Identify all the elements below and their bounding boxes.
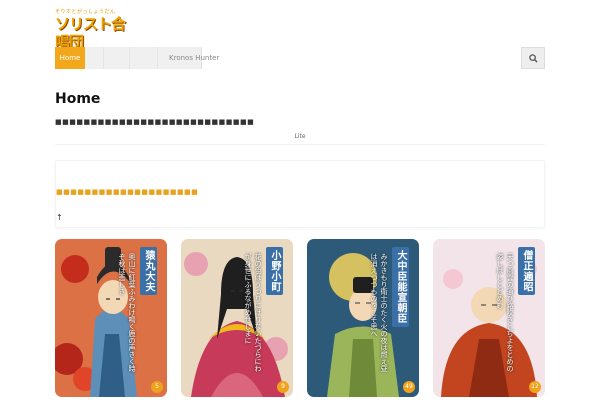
nav-divider [157,47,158,69]
notice-box: ■■■■■■■■■■■■■■■■■■■■ ↑ [55,160,545,228]
card-number-badge: 12 [529,381,541,393]
search-button[interactable] [521,47,545,69]
notice-link[interactable]: ■■■■■■■■■■■■■■■■■■■■ [56,188,198,196]
nav-divider [103,47,104,69]
site-logo[interactable]: そりすとがっしょうだん ソリスト合唱団 [55,9,130,51]
card-poem: 花の色はうつりにけりないたづらにわが身世にふるながめせしまに [244,253,262,372]
card-name: 小野小町 [266,247,283,295]
card-poem: みかきもり衛士のたく火の夜は燃え昼は消えつつものをこそ思へ [370,253,388,372]
card-name: 大中臣能宣朝臣 [392,247,409,327]
card-number-badge: 9 [277,381,289,393]
karuta-card[interactable]: 猿丸大夫 奥山に紅葉ふみわけ鳴く鹿の声きく時ぞ秋は悲しき 5 [55,239,167,397]
lite-label[interactable]: Lite [55,133,545,140]
card-poem: 奥山に紅葉ふみわけ鳴く鹿の声きく時ぞ秋は悲しき [118,253,136,372]
lite-bar: Lite [55,128,545,145]
card-number-badge: 5 [151,381,163,393]
page-title: Home [55,91,101,107]
karuta-card[interactable]: 大中臣能宣朝臣 みかきもり衛士のたく火の夜は燃え昼は消えつつものをこそ思へ 49 [307,239,419,397]
karuta-card[interactable]: 僧正遍昭 天つ風雲の通ひ路吹きとぢよをとめの姿しばしとどめむ 12 [433,239,545,397]
page-description: ■■■■■■■■■■■■■■■■■■■■■■■■■■■■ [55,118,255,126]
karuta-card[interactable]: 小野小町 花の色はうつりにけりないたづらにわが身世にふるながめせしまに 9 [181,239,293,397]
card-grid: 猿丸大夫 奥山に紅葉ふみわけ鳴く鹿の声きく時ぞ秋は悲しき 5 小野小町 花の色は… [55,239,545,400]
card-name: 猿丸大夫 [140,247,157,295]
logo-text: ソリスト合唱団 [55,15,126,51]
nav-divider [129,47,130,69]
card-name: 僧正遍昭 [518,247,535,295]
search-icon [529,54,538,63]
card-number-badge: 49 [403,381,415,393]
nav-item-kronos-hunter[interactable]: Kronos Hunter [169,47,219,69]
up-arrow-icon: ↑ [56,213,63,222]
card-poem: 天つ風雲の通ひ路吹きとぢよをとめの姿しばしとどめむ [496,253,514,372]
nav-home[interactable]: Home [55,47,85,69]
main-nav: Home Kronos Hunter [55,47,545,69]
